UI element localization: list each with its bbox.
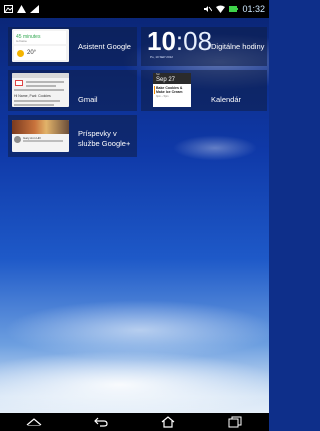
google-plus-preview: Gary Ann Hill	[12, 120, 69, 152]
post-photo	[12, 120, 69, 134]
recents-button[interactable]	[225, 415, 245, 429]
gmail-preview: Hi Name, Fwd: Cookies	[12, 73, 69, 107]
widget-label: Digitálne hodiny	[211, 42, 265, 51]
navigation-bar	[0, 413, 269, 431]
widget-gmail[interactable]: Hi Name, Fwd: Cookies Gmail	[8, 70, 137, 111]
event-time: 3pm – 5pm	[156, 95, 169, 98]
clock-minute: 08	[183, 26, 213, 56]
post-text-line	[23, 140, 63, 142]
event-color-bar	[154, 86, 155, 94]
avatar	[14, 136, 21, 143]
gmail-line	[26, 81, 64, 83]
sun-icon	[17, 50, 24, 57]
back-button[interactable]	[91, 415, 111, 429]
clock-date: Po, 10 SEP 2012	[150, 55, 173, 59]
gmail-line	[14, 100, 60, 102]
gallery-icon	[4, 5, 13, 13]
no-sound-icon	[204, 6, 213, 12]
widget-label: Príspevky v službe Google+	[78, 129, 131, 148]
weather-temp: 20°	[27, 50, 37, 56]
gmail-line	[26, 85, 56, 87]
widget-label: Asistent Google	[78, 42, 131, 51]
clock-preview: 10:08	[147, 28, 212, 54]
calendar-preview: Sat Sep 27 Bake Cookies & Make Ice Cream…	[153, 73, 191, 107]
status-bar: 01:32	[0, 0, 269, 18]
weather-card: 20°	[14, 46, 66, 60]
widget-label: Kalendár	[211, 95, 242, 104]
gmail-toolbar	[12, 73, 69, 78]
clock-hour: 10	[147, 26, 176, 56]
commute-card: 45 minutes to home	[14, 31, 66, 44]
home-icon	[161, 416, 175, 428]
home-button[interactable]	[158, 415, 178, 429]
event-title-line2: Make Ice Cream	[156, 90, 183, 94]
widget-google-plus[interactable]: Gary Ann Hill Príspevky v službe Google+	[8, 115, 137, 157]
google-now-preview: 45 minutes to home 20°	[12, 29, 69, 62]
wifi-icon	[216, 5, 226, 13]
calendar-header: Sat Sep 27	[153, 73, 191, 84]
status-system: 01:32	[203, 4, 265, 14]
clock-time: 01:32	[242, 4, 265, 14]
battery-icon	[229, 6, 239, 12]
gmail-logo-icon	[15, 80, 23, 86]
status-notifications	[4, 5, 39, 13]
calendar-date: Sep 27	[156, 77, 176, 83]
commute-subline: to home	[16, 39, 27, 43]
gmail-line	[14, 89, 64, 91]
warning-icon	[17, 5, 26, 13]
gmail-line	[14, 104, 54, 106]
gmail-subject: Hi Name, Fwd: Cookies	[14, 94, 51, 98]
recents-icon	[228, 416, 242, 428]
signal-edit-icon	[30, 5, 39, 13]
home-up-button[interactable]	[24, 415, 44, 429]
calendar-weekday: Sat	[156, 73, 160, 76]
back-icon	[94, 417, 108, 427]
widget-google-now[interactable]: 45 minutes to home 20° Asistent Google	[8, 27, 137, 66]
widget-label: Gmail	[78, 95, 98, 104]
home-up-icon	[26, 418, 42, 426]
